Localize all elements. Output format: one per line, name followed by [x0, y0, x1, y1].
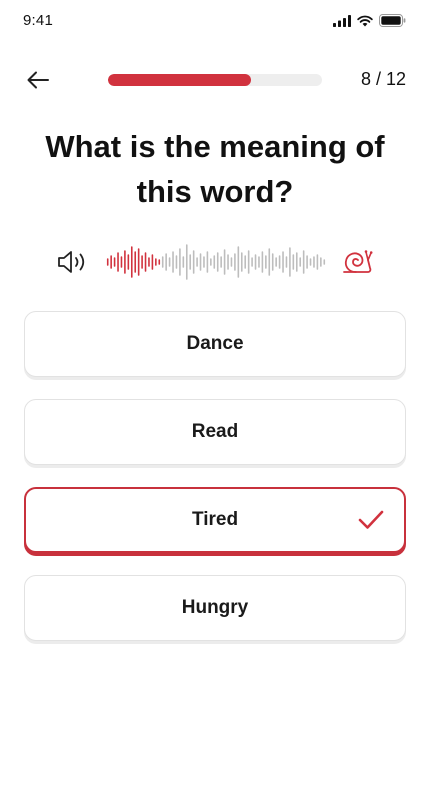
answer-option-label: Hungry — [181, 597, 249, 618]
audio-waveform[interactable] — [106, 242, 326, 282]
wifi-icon — [357, 15, 373, 26]
quiz-header: 8 / 12 — [0, 60, 430, 100]
progress-bar — [108, 74, 322, 86]
snail-icon[interactable] — [340, 246, 374, 278]
answer-option-label: Dance — [186, 333, 244, 354]
answer-option[interactable]: Hungry — [24, 575, 406, 641]
answer-option[interactable]: Dance — [24, 311, 406, 377]
back-button[interactable] — [24, 66, 52, 94]
answer-option-label: Tired — [191, 509, 239, 530]
check-icon — [358, 510, 384, 529]
answer-options: Dance Read Tired Hungry — [24, 311, 406, 663]
question-text: What is the meaning of this word? — [45, 129, 385, 209]
status-bar: 9:41 — [0, 0, 430, 44]
arrow-left-icon — [27, 71, 49, 89]
progress-fill — [108, 74, 251, 86]
battery-icon — [379, 14, 406, 27]
speaker-icon[interactable] — [56, 248, 90, 276]
audio-player — [0, 240, 430, 284]
answer-option-label: Read — [191, 421, 239, 442]
answer-option[interactable]: Read — [24, 399, 406, 465]
progress-counter: 8 / 12 — [360, 69, 406, 89]
answer-option-selected[interactable]: Tired — [24, 487, 406, 553]
status-time: 9:41 — [23, 12, 53, 29]
status-icons — [333, 14, 406, 27]
cellular-signal-icon — [333, 14, 351, 27]
